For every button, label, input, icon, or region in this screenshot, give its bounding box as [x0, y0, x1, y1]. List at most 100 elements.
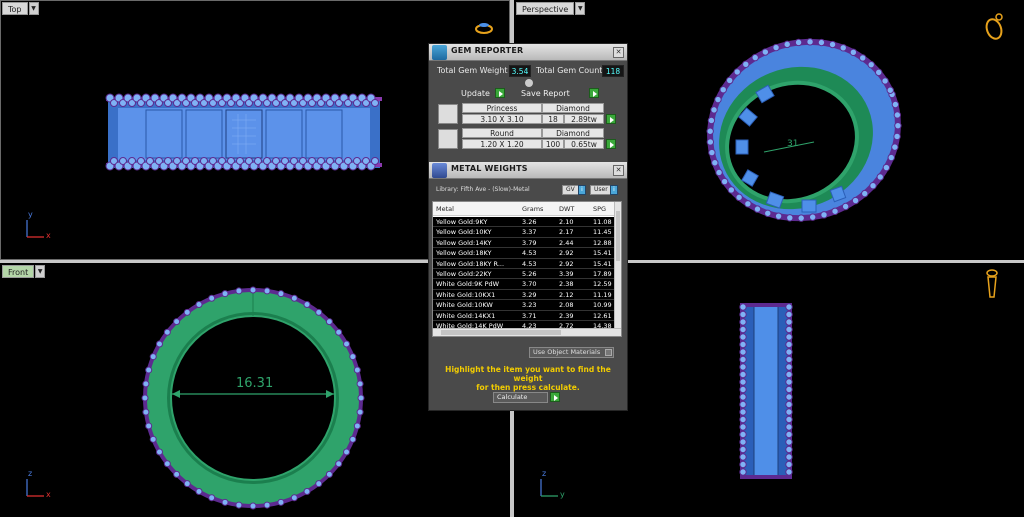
grams-value: 3.70: [522, 280, 537, 289]
metal-name: Yellow Gold:18KY R...: [436, 259, 505, 268]
column-header-metal[interactable]: Metal: [436, 205, 454, 213]
svg-text:31: 31: [787, 139, 798, 149]
collapse-arrow-icon[interactable]: [525, 79, 533, 87]
gem-count: 18: [542, 114, 564, 124]
table-row[interactable]: Yellow Gold:18KY 4.53 2.92 15.41: [433, 248, 617, 259]
checkbox-icon[interactable]: [605, 349, 612, 356]
close-icon[interactable]: ✕: [613, 47, 624, 58]
grams-value: 3.23: [522, 301, 537, 310]
metal-name: White Gold:10KW: [436, 301, 493, 310]
spg-value: 15.41: [593, 259, 612, 268]
grams-value: 3.79: [522, 238, 537, 247]
axis-label-x: x: [46, 231, 51, 240]
save-report-button[interactable]: [589, 88, 599, 98]
spg-value: 11.19: [593, 290, 612, 299]
spg-value: 12.88: [593, 238, 612, 247]
axis-label-x: x: [46, 490, 51, 499]
gem-row[interactable]: Princess Diamond 3.10 X 3.10 18 2.89tw: [436, 103, 621, 125]
viewport-name-front: Front: [2, 265, 35, 278]
spg-value: 15.41: [593, 249, 612, 258]
metal-name: Yellow Gold:9KY: [436, 218, 488, 226]
info-icon[interactable]: i: [578, 185, 586, 195]
user-toggle[interactable]: User: [590, 185, 612, 195]
round-gem-icon: [438, 129, 458, 149]
grams-value: 3.29: [522, 290, 537, 299]
gem-cut: Round: [462, 128, 542, 138]
column-header-grams[interactable]: Grams: [522, 205, 543, 213]
gem-material: Diamond: [542, 103, 604, 113]
table-row[interactable]: White Gold:10KW 3.23 2.08 10.99: [433, 300, 617, 311]
dwt-value: 2.39: [559, 311, 574, 320]
table-row[interactable]: Yellow Gold:10KY 3.37 2.17 11.45: [433, 227, 617, 238]
gem-size: 1.20 X 1.20: [462, 139, 542, 149]
gem-weight: 0.65tw: [564, 139, 604, 149]
ring-diameter-dimension: 16.31: [236, 376, 274, 391]
grams-value: 5.26: [522, 270, 537, 278]
gem-reporter-icon: [432, 45, 447, 60]
axis-label-z: z: [28, 469, 33, 478]
table-row[interactable]: White Gold:9K PdW 3.70 2.38 12.59: [433, 279, 617, 290]
viewport-name-perspective: Perspective: [516, 2, 575, 15]
table-row[interactable]: Yellow Gold:9KY 3.26 2.10 11.08: [433, 217, 617, 228]
column-header-dwt[interactable]: DWT: [559, 205, 574, 213]
update-button-label[interactable]: Update: [461, 89, 490, 98]
table-row[interactable]: Yellow Gold:18KY R... 4.53 2.92 15.41: [433, 258, 617, 269]
gem-weight: 2.89tw: [564, 114, 604, 124]
dwt-value: 3.39: [559, 270, 574, 278]
viewport-label-front[interactable]: Front ▼: [2, 265, 46, 278]
spg-value: 12.61: [593, 311, 612, 320]
dwt-value: 2.44: [559, 238, 574, 247]
gem-cut: Princess: [462, 103, 542, 113]
save-report-button-label[interactable]: Save Report: [521, 89, 570, 98]
dwt-value: 2.38: [559, 280, 574, 289]
metal-name: Yellow Gold:22KY: [436, 270, 492, 278]
table-row[interactable]: Yellow Gold:22KY 5.26 3.39 17.89: [433, 269, 617, 280]
chevron-down-icon[interactable]: ▼: [575, 2, 586, 15]
gem-count: 100: [542, 139, 564, 149]
gem-size: 3.10 X 3.10: [462, 114, 542, 124]
grams-value: 4.53: [522, 259, 537, 268]
column-header-spg[interactable]: SPG: [593, 205, 606, 213]
use-object-materials-label: Use Object Materials: [533, 348, 601, 356]
vertical-scrollbar[interactable]: [614, 202, 621, 330]
metal-name: Yellow Gold:14KY: [436, 238, 492, 247]
close-icon[interactable]: ✕: [613, 165, 624, 176]
use-object-materials-toggle[interactable]: Use Object Materials: [529, 347, 614, 358]
calculate-label: Calculate: [497, 393, 528, 401]
table-row[interactable]: White Gold:14KX1 3.71 2.39 12.61: [433, 310, 617, 321]
chevron-down-icon[interactable]: ▼: [35, 265, 46, 278]
table-row[interactable]: Yellow Gold:14KY 3.79 2.44 12.88: [433, 237, 617, 249]
viewport-label-top[interactable]: Top ▼: [2, 2, 39, 15]
calculate-button[interactable]: [550, 392, 560, 402]
princess-gem-icon: [438, 104, 458, 124]
info-icon[interactable]: i: [610, 185, 618, 195]
metal-weights-table[interactable]: Metal Grams DWT SPG Yellow Gold:9KY 3.26 2…: [432, 201, 622, 337]
library-label: Library: Fifth Ave - (Slow)-Metal: [436, 186, 530, 193]
metal-name: White Gold:9K PdW: [436, 280, 500, 289]
spg-value: 11.45: [593, 228, 612, 237]
table-row[interactable]: White Gold:10KX1 3.29 2.12 11.19: [433, 289, 617, 301]
horizontal-scrollbar[interactable]: [433, 328, 621, 336]
metal-weights-header[interactable]: METAL WEIGHTS ✕: [429, 162, 627, 179]
dwt-value: 2.08: [559, 301, 574, 310]
metal-name: White Gold:10KX1: [436, 290, 496, 299]
total-gem-count-value: 118: [602, 65, 624, 77]
flask-icon: [432, 163, 447, 178]
gv-toggle[interactable]: GV: [562, 185, 579, 195]
grams-value: 3.71: [522, 311, 537, 320]
gem-row-go-button[interactable]: [606, 114, 616, 124]
table-header: Metal Grams DWT SPG: [433, 202, 617, 216]
update-button[interactable]: [495, 88, 505, 98]
spg-value: 12.59: [593, 280, 612, 289]
spg-value: 11.08: [593, 218, 612, 226]
chevron-down-icon[interactable]: ▼: [28, 2, 39, 15]
gem-row[interactable]: Round Diamond 1.20 X 1.20 100 0.65tw: [436, 128, 621, 150]
viewport-name-top: Top: [2, 2, 28, 15]
gem-reporter-header[interactable]: GEM REPORTER ✕: [429, 44, 627, 61]
calculate-field[interactable]: Calculate: [493, 392, 548, 403]
axis-label-z: z: [542, 469, 547, 478]
viewport-label-perspective[interactable]: Perspective ▼: [516, 2, 586, 15]
gem-row-go-button[interactable]: [606, 139, 616, 149]
axis-label-y: y: [28, 210, 33, 219]
total-gem-weight-label: Total Gem Weight: [437, 66, 508, 75]
